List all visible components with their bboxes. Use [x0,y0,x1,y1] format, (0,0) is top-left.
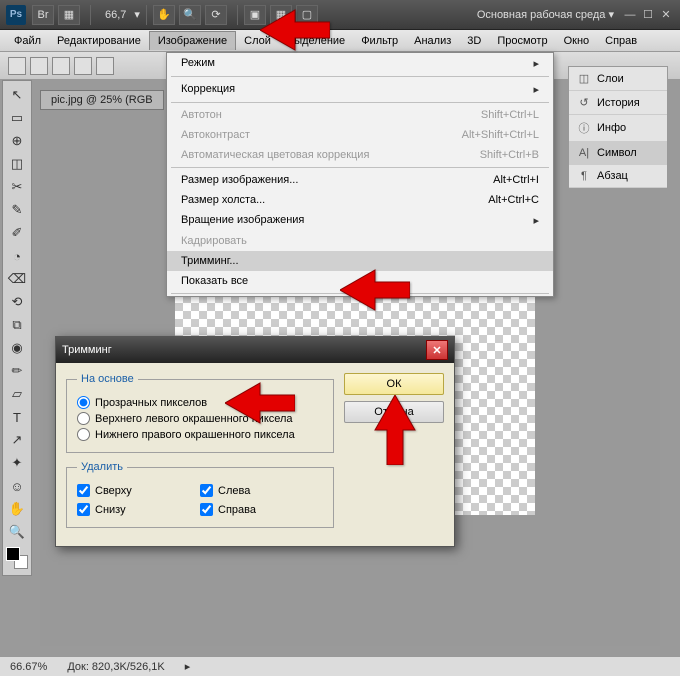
hand-icon[interactable]: ✋ [153,5,175,25]
status-bar: 66.67% Док: 820,3K/526,1K ▸ [0,656,680,676]
lasso-tool-icon[interactable]: ⊕ [5,130,29,152]
marquee-tool-icon[interactable]: ▭ [5,107,29,129]
separator [237,5,238,25]
paragraph-icon: ¶ [577,170,591,182]
menu-item-autotone: АвтотонShift+Ctrl+L [167,105,553,125]
menu-item-canvas-size[interactable]: Размер холста...Alt+Ctrl+C [167,190,553,210]
info-icon: ⓘ [577,120,591,136]
dialog-close-button[interactable]: ✕ [426,340,448,360]
menu-filter[interactable]: Фильтр [353,32,406,50]
menu-item-adjustments[interactable]: Коррекция [167,79,553,100]
selection-intersect-icon[interactable] [96,57,114,75]
menu-item-rotation[interactable]: Вращение изображения [167,210,553,231]
close-icon[interactable]: ✕ [658,8,674,22]
selection-new-icon[interactable] [30,57,48,75]
hand-tool-icon[interactable]: ✋ [5,498,29,520]
color-swatch[interactable] [6,547,28,569]
tool-preset-icon[interactable] [8,57,26,75]
type-tool-icon[interactable]: T [5,406,29,428]
menu-item-autocolor: Автоматическая цветовая коррекцияShift+C… [167,145,553,165]
menu-item-crop: Кадрировать [167,231,553,251]
dodge-tool-icon[interactable]: ▱ [5,383,29,405]
history-brush-tool-icon[interactable]: ⟲ [5,291,29,313]
check-bottom[interactable]: Снизу [77,503,200,516]
eraser-tool-icon[interactable]: ⧉ [5,314,29,336]
annotation-arrow [225,378,295,431]
document-tab[interactable]: pic.jpg @ 25% (RGB [40,90,164,110]
status-arrow-icon[interactable]: ▸ [185,660,191,673]
menu-bar: Файл Редактирование Изображение Слой Выд… [0,30,680,52]
zoom-tool-icon[interactable]: 🔍 [5,521,29,543]
eyedropper-tool-icon[interactable]: ✎ [5,199,29,221]
status-zoom[interactable]: 66.67% [10,661,47,673]
annotation-arrow [340,265,410,318]
image-menu-dropdown: Режим Коррекция АвтотонShift+Ctrl+L Авто… [166,52,554,297]
status-doc-size[interactable]: Док: 820,3K/526,1K [67,661,164,673]
move-tool-icon[interactable]: ↖ [5,84,29,106]
menu-item-image-size[interactable]: Размер изображения...Alt+Ctrl+I [167,170,553,190]
maximize-icon[interactable]: ☐ [640,8,656,22]
dialog-title: Тримминг [62,344,112,356]
zoom-icon[interactable]: 🔍 [179,5,201,25]
ok-button[interactable]: ОК [344,373,444,395]
menu-item-autocontrast: АвтоконтрастAlt+Shift+Ctrl+L [167,125,553,145]
quick-select-tool-icon[interactable]: ◫ [5,153,29,175]
bridge-icon[interactable]: Br [32,5,54,25]
crop-tool-icon[interactable]: ✂ [5,176,29,198]
heal-tool-icon[interactable]: ✐ [5,222,29,244]
pen-tool-icon[interactable]: ↗ [5,429,29,451]
menu-view[interactable]: Просмотр [489,32,555,50]
panels-dock: ◫Слои ↺История ⓘИнфо A|Символ ¶Абзац [568,66,668,189]
separator [90,5,91,25]
menu-analysis[interactable]: Анализ [406,32,459,50]
layers-icon: ◫ [577,72,591,85]
menu-3d[interactable]: 3D [459,32,489,50]
menu-file[interactable]: Файл [6,32,49,50]
check-right[interactable]: Справа [200,503,323,516]
panel-paragraph[interactable]: ¶Абзац [569,165,667,188]
workspace-selector[interactable]: Основная рабочая среда ▾ [477,8,614,21]
menu-help[interactable]: Справ [597,32,645,50]
3d-tool-icon[interactable]: ☺ [5,475,29,497]
gradient-tool-icon[interactable]: ◉ [5,337,29,359]
minimize-icon[interactable]: — [622,8,638,22]
toolbox: ↖ ▭ ⊕ ◫ ✂ ✎ ✐ ◔ ⌫ ⟲ ⧉ ◉ ✏ ▱ T ↗ ✦ ☺ ✋ 🔍 [2,80,32,576]
menu-edit[interactable]: Редактирование [49,32,149,50]
shape-tool-icon[interactable]: ✦ [5,452,29,474]
panel-character[interactable]: A|Символ [569,142,667,165]
dialog-titlebar[interactable]: Тримминг ✕ [56,337,454,363]
delete-legend: Удалить [77,461,127,473]
check-top[interactable]: Сверху [77,484,200,497]
selection-add-icon[interactable] [52,57,70,75]
app-icon: Ps [6,5,26,25]
stamp-tool-icon[interactable]: ⌫ [5,268,29,290]
separator [146,5,147,25]
selection-subtract-icon[interactable] [74,57,92,75]
rotate-icon[interactable]: ⟳ [205,5,227,25]
menu-item-mode[interactable]: Режим [167,53,553,74]
delete-fieldset: Удалить Сверху Слева Снизу Справа [66,461,334,528]
basis-legend: На основе [77,373,138,385]
menu-image[interactable]: Изображение [149,31,236,50]
history-icon: ↺ [577,96,591,109]
character-icon: A| [577,147,591,159]
zoom-value[interactable]: 66,7 [105,9,126,21]
blur-tool-icon[interactable]: ✏ [5,360,29,382]
panel-info[interactable]: ⓘИнфо [569,115,667,142]
panel-layers[interactable]: ◫Слои [569,67,667,91]
menu-window[interactable]: Окно [556,32,598,50]
brush-tool-icon[interactable]: ◔ [5,245,29,267]
annotation-arrow [260,0,330,63]
panel-history[interactable]: ↺История [569,91,667,115]
mini-bridge-icon[interactable]: ▦ [58,5,80,25]
title-bar: Ps Br ▦ 66,7 ▾ ✋ 🔍 ⟳ ▣ ▦ ▢ Основная рабо… [0,0,680,30]
annotation-arrow [370,395,420,468]
check-left[interactable]: Слева [200,484,323,497]
zoom-dropdown-icon[interactable]: ▾ [134,8,140,21]
